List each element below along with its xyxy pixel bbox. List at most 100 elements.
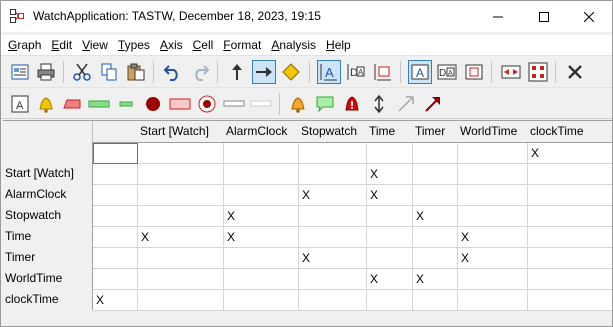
matrix-cell[interactable] [413, 248, 458, 269]
matrix-cell[interactable] [458, 206, 528, 227]
matrix-cell[interactable] [458, 185, 528, 206]
matrix-cell[interactable] [93, 227, 138, 248]
row-header[interactable]: Timer [5, 247, 35, 268]
matrix-cell[interactable]: X [138, 227, 224, 248]
matrix-cell[interactable]: X [367, 164, 413, 185]
matrix-cell[interactable] [299, 290, 367, 311]
gray-bar-button[interactable] [222, 92, 246, 116]
matrix-cell[interactable]: X [458, 227, 528, 248]
menu-edit[interactable]: Edit [46, 35, 77, 55]
matrix-cell[interactable] [413, 290, 458, 311]
matrix-cell[interactable] [458, 143, 528, 164]
row-header[interactable]: WorldTime [5, 268, 62, 289]
matrix-cell[interactable]: X [413, 269, 458, 290]
matrix-cell[interactable] [299, 206, 367, 227]
matrix-cell[interactable] [224, 143, 299, 164]
menu-graph[interactable]: Graph [3, 35, 46, 55]
frame-a-button[interactable]: A [408, 60, 432, 84]
menu-cell[interactable]: Cell [188, 35, 219, 55]
matrix-cell[interactable] [224, 164, 299, 185]
matrix-cell[interactable]: X [224, 227, 299, 248]
matrix-cell[interactable] [138, 143, 224, 164]
matrix-cell[interactable] [224, 248, 299, 269]
matrix-cell[interactable] [93, 269, 138, 290]
matrix-cell[interactable]: X [367, 185, 413, 206]
matrix-cell[interactable] [138, 206, 224, 227]
matrix-cell[interactable] [528, 227, 612, 248]
matrix-cell[interactable] [528, 248, 612, 269]
green-speech-button[interactable] [313, 92, 337, 116]
red-box-button[interactable] [60, 92, 84, 116]
matrix-cell[interactable] [367, 206, 413, 227]
matrix-cell[interactable] [299, 164, 367, 185]
matrix-cell[interactable] [299, 143, 367, 164]
row-header[interactable]: Time [5, 226, 31, 247]
undo-button[interactable] [161, 60, 185, 84]
matrix-cell[interactable] [458, 269, 528, 290]
matrix-cell[interactable] [413, 227, 458, 248]
matrix-cell[interactable] [93, 185, 138, 206]
expand-horizontal-button[interactable] [499, 60, 523, 84]
menu-format[interactable]: Format [218, 35, 266, 55]
arrow-up-button[interactable] [225, 60, 249, 84]
matrix-cell[interactable] [93, 164, 138, 185]
matrix-cell[interactable] [93, 206, 138, 227]
matrix-cell[interactable] [367, 143, 413, 164]
delete-button[interactable] [563, 60, 587, 84]
row-header[interactable]: AlarmClock [5, 184, 66, 205]
frame-button[interactable] [462, 60, 486, 84]
text-box-a-button[interactable]: DA [344, 60, 368, 84]
matrix-cell[interactable]: X [413, 206, 458, 227]
matrix-cell[interactable] [367, 248, 413, 269]
minimize-button[interactable] [475, 1, 521, 32]
green-small-bar-button[interactable] [114, 92, 138, 116]
matrix-cell[interactable] [367, 227, 413, 248]
orange-bell-button[interactable] [286, 92, 310, 116]
column-header[interactable]: AlarmClock [224, 121, 287, 142]
text-node-button[interactable]: A [8, 92, 32, 116]
column-header[interactable]: clockTime [528, 121, 584, 142]
print-button[interactable] [34, 60, 58, 84]
red-circle-button[interactable] [141, 92, 165, 116]
column-header[interactable]: Start [Watch] [138, 121, 209, 142]
menu-help[interactable]: Help [321, 35, 356, 55]
record-button[interactable] [195, 92, 219, 116]
matrix-cell[interactable] [299, 227, 367, 248]
matrix-cell[interactable] [299, 269, 367, 290]
matrix-cell[interactable]: X [458, 248, 528, 269]
row-header[interactable]: Stopwatch [5, 205, 61, 226]
menu-axis[interactable]: Axis [155, 35, 188, 55]
matrix-cell[interactable] [528, 185, 612, 206]
matrix-cell[interactable]: X [528, 143, 612, 164]
light-gray-bar-button[interactable] [249, 92, 273, 116]
matrix-cell[interactable] [413, 185, 458, 206]
matrix-cell[interactable] [93, 248, 138, 269]
matrix-cell[interactable] [413, 143, 458, 164]
matrix-cell[interactable] [93, 143, 138, 164]
menu-analysis[interactable]: Analysis [266, 35, 321, 55]
matrix-cell[interactable]: X [367, 269, 413, 290]
text-a-button[interactable]: A [317, 60, 341, 84]
arrow-right-button[interactable] [252, 60, 276, 84]
report-button[interactable] [8, 60, 32, 84]
cut-button[interactable] [70, 60, 94, 84]
matrix-cell[interactable] [528, 206, 612, 227]
frame-aa-button[interactable]: DA [435, 60, 459, 84]
matrix-cell[interactable]: X [299, 248, 367, 269]
text-box-button[interactable] [371, 60, 395, 84]
matrix-cell[interactable] [138, 248, 224, 269]
column-header[interactable]: Timer [413, 121, 445, 142]
matrix-cell[interactable]: X [299, 185, 367, 206]
column-header[interactable]: Time [367, 121, 395, 142]
pink-box-button[interactable] [168, 92, 192, 116]
matrix-cell[interactable] [367, 290, 413, 311]
matrix-cell[interactable] [224, 185, 299, 206]
matrix-cell[interactable]: X [224, 206, 299, 227]
matrix-cell[interactable]: X [93, 290, 138, 311]
maximize-button[interactable] [521, 1, 567, 32]
matrix-cell[interactable] [458, 164, 528, 185]
matrix-cell[interactable] [138, 185, 224, 206]
green-bar-button[interactable] [87, 92, 111, 116]
matrix-cell[interactable] [528, 290, 612, 311]
matrix-cell[interactable] [528, 164, 612, 185]
